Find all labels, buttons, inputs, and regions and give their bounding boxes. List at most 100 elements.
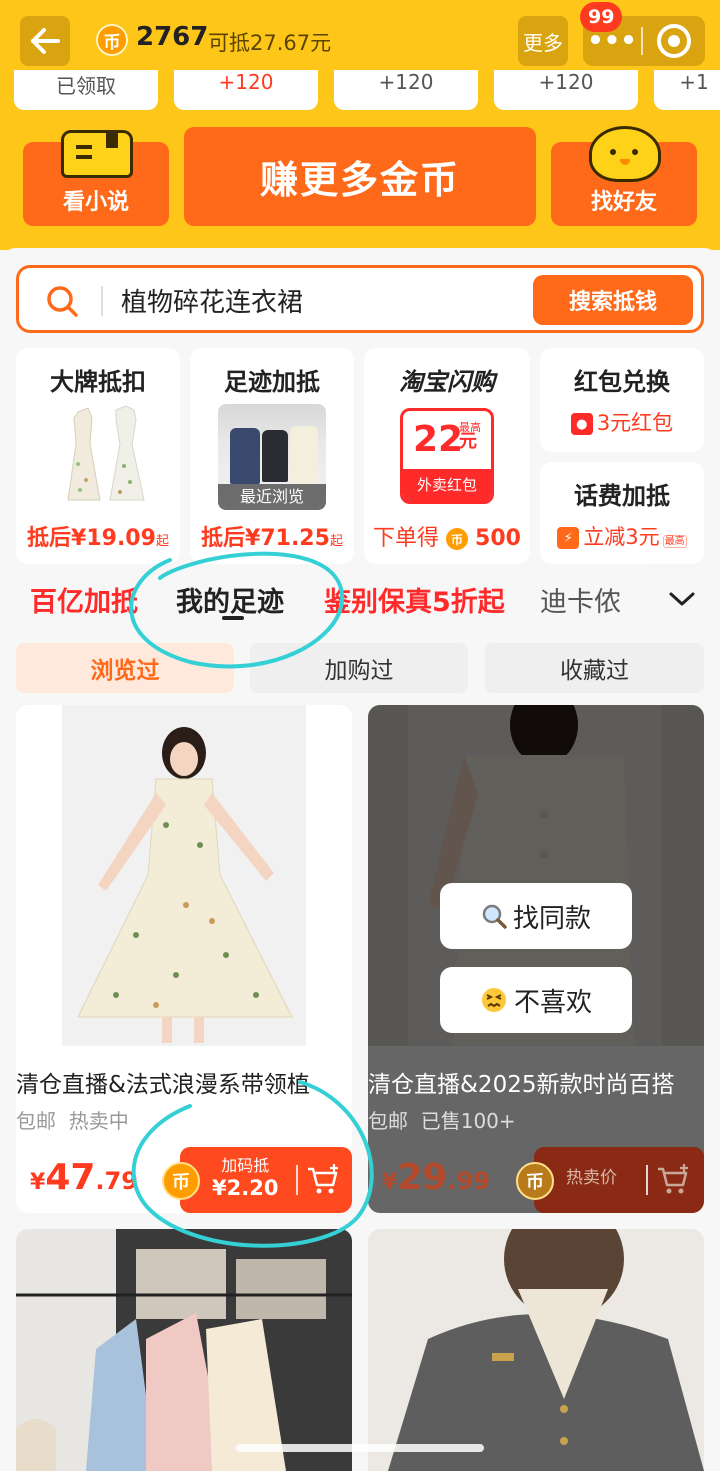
deduction-text: 加码抵 ¥2.20 xyxy=(212,1155,278,1199)
chick-icon xyxy=(589,126,661,182)
tab-my-footprint[interactable]: 我的足迹 xyxy=(176,580,284,619)
book-icon xyxy=(61,130,133,178)
footprint-price-value: 抵后¥71.25 xyxy=(201,526,330,551)
coin-icon: 币 xyxy=(96,24,128,56)
product-image xyxy=(16,705,352,1046)
deduction-line1: 加码抵 xyxy=(221,1156,270,1175)
coupon-footer: 外卖红包 xyxy=(403,469,491,501)
back-button[interactable] xyxy=(20,16,70,66)
menu-dots-icon[interactable]: ••• xyxy=(583,28,641,54)
hot-selling-tag: 热卖中 xyxy=(68,1109,129,1133)
product-image xyxy=(16,1229,352,1471)
find-similar-label: 找同款 xyxy=(512,903,591,934)
brand-deduction-price: 抵后¥19.09起 xyxy=(16,520,180,552)
find-friends-button[interactable]: 找好友 xyxy=(551,126,697,226)
footprint-deduction-title: 足迹加抵 xyxy=(224,368,320,396)
phone-topup-tag: 最高 xyxy=(662,535,687,548)
subtab-favorited[interactable]: 收藏过 xyxy=(485,643,704,693)
dislike-button[interactable]: 不喜欢 xyxy=(440,967,632,1033)
flash-sale-reward: 下单得 币 500 xyxy=(364,520,530,552)
red-envelope-icon: ● xyxy=(570,413,593,435)
find-similar-button[interactable]: 找同款 xyxy=(440,883,632,949)
flash-reward-prefix: 下单得 xyxy=(373,526,440,551)
free-shipping-tag: 包邮 xyxy=(16,1109,56,1133)
cardigan-image xyxy=(230,428,260,484)
product-price: ¥47.79 xyxy=(30,1157,138,1198)
confounded-face-icon xyxy=(481,988,506,1012)
top-banner: 币 2767 可抵27.67元 更多 ••• 99 已领取 +120 +120 … xyxy=(0,0,720,250)
product-card[interactable]: 找同款 不喜欢 清仓直播&2025新款时尚百搭 包邮 已售100+ ¥29.99… xyxy=(368,705,704,1213)
price-currency: ¥ xyxy=(382,1170,398,1195)
expand-tabs-button[interactable] xyxy=(644,570,720,628)
dislike-label: 不喜欢 xyxy=(513,987,592,1018)
search-icon xyxy=(47,286,78,317)
dim-overlay[interactable] xyxy=(368,705,704,1213)
home-indicator xyxy=(236,1444,484,1452)
search-separator xyxy=(101,286,103,316)
add-to-cart-icon xyxy=(658,1164,688,1194)
category-tabs: 百亿加抵 我的足迹 鉴别保真5折起 迪卡侬 xyxy=(0,570,720,628)
product-card[interactable] xyxy=(368,1229,704,1471)
footprint-deduction-card[interactable]: 足迹加抵 最近浏览 抵后¥71.25起 xyxy=(190,348,354,564)
coin-icon: 币 xyxy=(446,528,469,550)
redpack-line: ● 3元红包 xyxy=(540,407,704,437)
find-friends-label: 找好友 xyxy=(590,190,657,215)
tab-authentic[interactable]: 鉴别保真5折起 xyxy=(324,580,505,619)
search-bar[interactable]: 植物碎花连衣裙 搜索抵钱 xyxy=(16,265,704,333)
redpack-exchange-card[interactable]: 红包兑换 ● 3元红包 xyxy=(540,348,704,452)
reward-card[interactable]: +120 xyxy=(334,70,478,110)
tab-deduction[interactable]: 百亿加抵 xyxy=(30,580,138,619)
reward-card[interactable]: +120 xyxy=(494,70,638,110)
subtab-browsed[interactable]: 浏览过 xyxy=(16,643,234,693)
active-tab-indicator xyxy=(222,616,244,620)
jacket-image xyxy=(262,430,288,482)
add-to-cart-icon[interactable] xyxy=(306,1163,340,1197)
footprint-deduction-price: 抵后¥71.25起 xyxy=(190,520,354,552)
product-card[interactable] xyxy=(16,1229,352,1471)
product-image xyxy=(368,1229,704,1471)
price-integer: 47 xyxy=(45,1157,96,1198)
lightning-icon: ⚡ xyxy=(557,527,580,549)
deduction-amount: ¥2.20 xyxy=(212,1176,279,1200)
brand-deduction-title: 大牌抵扣 xyxy=(50,368,146,396)
tab-decathlon[interactable]: 迪卡侬 xyxy=(540,580,621,619)
footprint-price-suffix: 起 xyxy=(329,534,343,549)
footprint-subtabs: 浏览过 加购过 收藏过 xyxy=(0,643,720,695)
close-mini-program-icon[interactable] xyxy=(657,24,691,58)
recently-viewed-caption: 最近浏览 xyxy=(218,484,326,510)
sold-count-tag: 已售100+ xyxy=(420,1109,516,1133)
product-card[interactable]: 清仓直播&法式浪漫系带领植 包邮 热卖中 ¥47.79 币 加码抵 ¥2.20 xyxy=(16,705,352,1213)
brand-price-suffix: 起 xyxy=(155,534,169,549)
coin-icon: 币 xyxy=(162,1162,200,1200)
chevron-down-icon xyxy=(669,592,695,606)
more-button[interactable]: 更多 xyxy=(518,16,568,66)
price-decimal: .79 xyxy=(95,1167,138,1195)
product-tags: 包邮 热卖中 xyxy=(16,1105,129,1134)
capsule-divider xyxy=(641,27,643,55)
coupon-unit: 最高元 xyxy=(459,421,481,451)
product-title[interactable]: 清仓直播&法式浪漫系带领植 xyxy=(16,1065,352,1099)
dress-thumbnail xyxy=(67,405,145,501)
pill-separator xyxy=(646,1165,648,1195)
hot-price-label: 热卖价 xyxy=(566,1168,617,1188)
deduction-pill[interactable]: 币 加码抵 ¥2.20 xyxy=(162,1147,352,1213)
reward-card[interactable]: +1 xyxy=(654,70,720,110)
search-input[interactable]: 植物碎花连衣裙 xyxy=(121,282,303,319)
reward-strip: 已领取 +120 +120 +120 +1 xyxy=(0,70,720,112)
brand-deduction-card[interactable]: 大牌抵扣 抵后¥19.09起 xyxy=(16,348,180,564)
takeout-coupon: 22 最高元 外卖红包 xyxy=(400,408,494,504)
earn-more-coins-button[interactable]: 赚更多金币 xyxy=(184,127,536,226)
coin-icon: 币 xyxy=(516,1162,554,1200)
product-price: ¥29.99 xyxy=(382,1157,490,1198)
phone-topup-card[interactable]: 话费加抵 ⚡ 立减3元 最高 xyxy=(540,462,704,564)
flash-sale-card[interactable]: 淘宝闪购 22 最高元 外卖红包 下单得 币 500 xyxy=(364,348,530,564)
price-integer: 29 xyxy=(397,1157,448,1198)
read-novel-label: 看小说 xyxy=(62,190,129,215)
subtab-added-to-cart[interactable]: 加购过 xyxy=(250,643,468,693)
phone-topup-line-text: 立减3元 xyxy=(583,525,660,549)
reward-card[interactable]: 已领取 xyxy=(14,70,158,110)
read-novel-button[interactable]: 看小说 xyxy=(23,130,169,226)
search-button[interactable]: 搜索抵钱 xyxy=(533,275,693,325)
reward-card[interactable]: +120 xyxy=(174,70,318,110)
flash-reward-value: 500 xyxy=(475,526,521,551)
